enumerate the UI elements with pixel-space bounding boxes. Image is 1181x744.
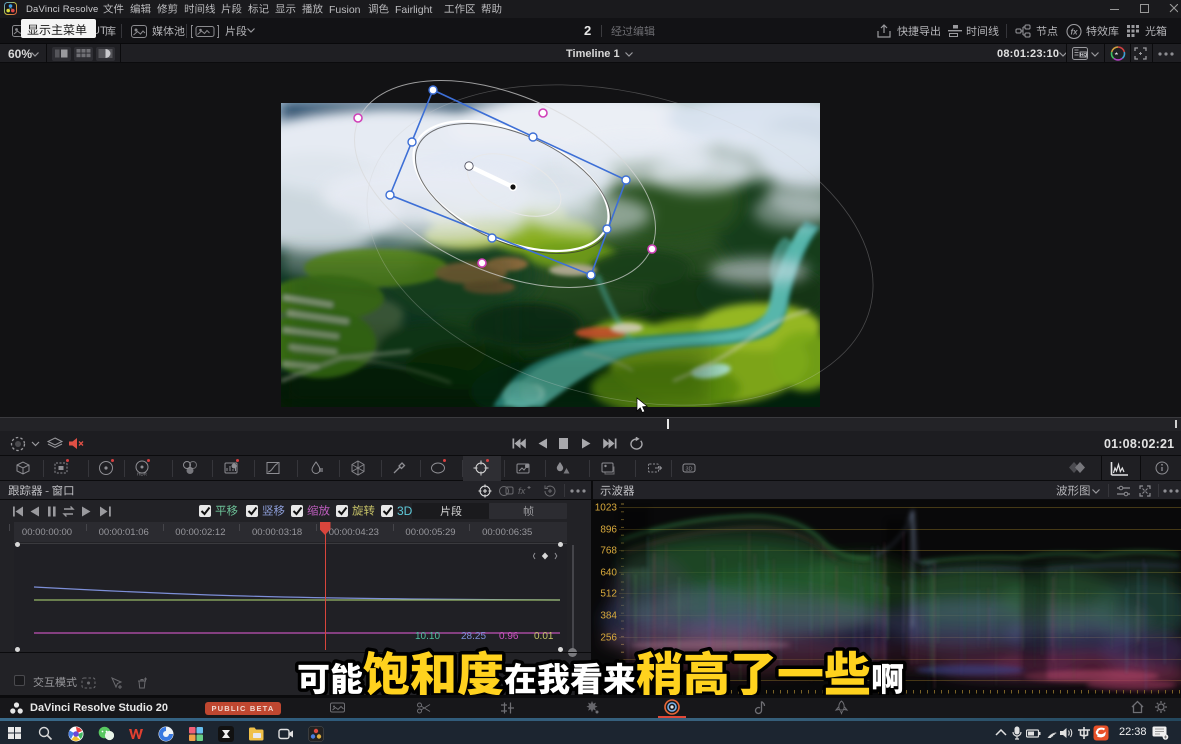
svg-text:HQ: HQ: [1080, 52, 1087, 57]
svg-text:512: 512: [600, 589, 617, 600]
svg-text:384: 384: [600, 611, 617, 622]
svg-text:3D: 3D: [685, 467, 692, 473]
svg-text:fx: fx: [1070, 28, 1078, 37]
svg-text:HDR: HDR: [137, 472, 147, 477]
svg-text:640: 640: [600, 568, 617, 579]
svg-text:896: 896: [600, 525, 617, 536]
svg-text:768: 768: [600, 546, 617, 557]
svg-text:1023: 1023: [595, 503, 618, 514]
svg-text:fx: fx: [518, 486, 527, 496]
